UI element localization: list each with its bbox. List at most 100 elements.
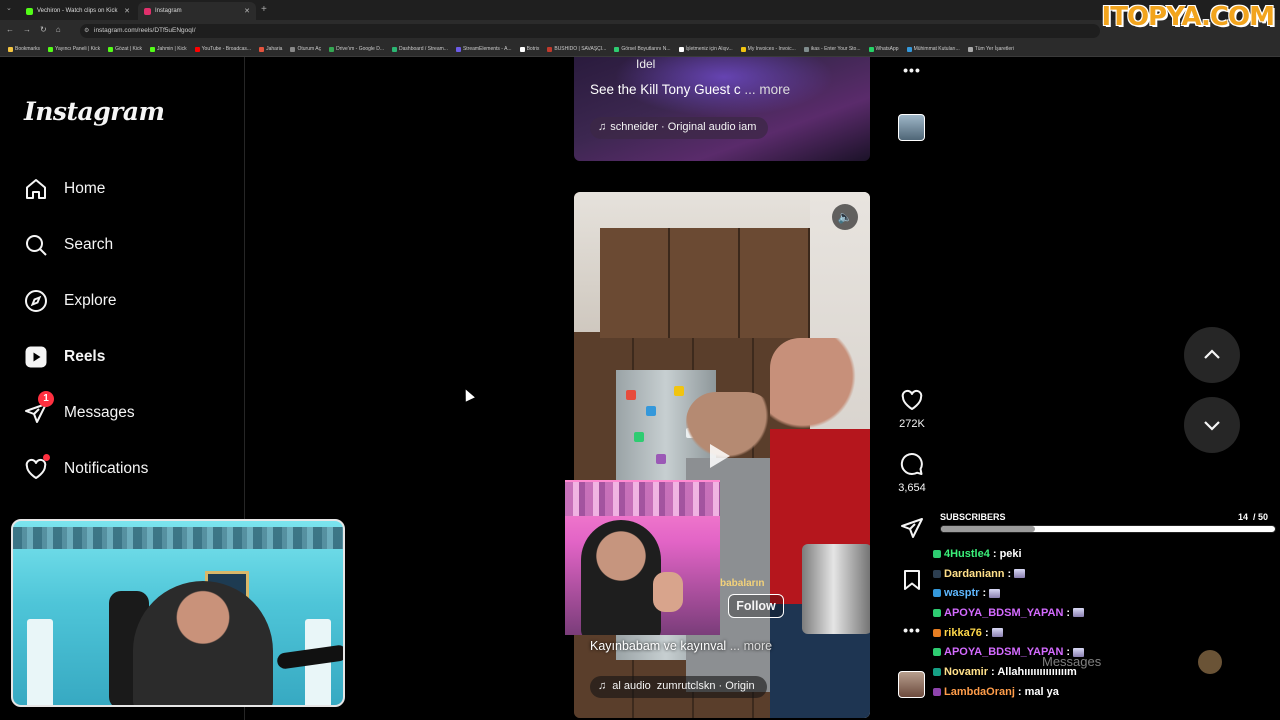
bookmark-favicon-icon: [868, 46, 874, 52]
more-options-icon[interactable]: •••: [903, 62, 921, 78]
reel-audio-pill[interactable]: ♫ schneider · Original audio iam: [590, 117, 769, 139]
comment-button[interactable]: 3,654: [890, 452, 934, 494]
instagram-logo[interactable]: Instagram: [24, 97, 165, 126]
back-icon[interactable]: ←: [6, 25, 14, 34]
follow-button[interactable]: Follow: [728, 594, 784, 618]
bookmark-item[interactable]: Görsel Boyutlarını N...: [614, 46, 671, 52]
bookmark-item[interactable]: Dashboard / Stream...: [392, 46, 448, 52]
music-note-icon: ♫: [598, 680, 607, 692]
chat-text: :: [1066, 606, 1071, 619]
share-button[interactable]: [890, 516, 934, 545]
home-browser-icon[interactable]: ⌂: [56, 25, 61, 34]
more-link[interactable]: ... more: [744, 82, 790, 97]
streamer-person: [581, 520, 661, 635]
more-options-icon: •••: [903, 622, 921, 638]
reel-audio-avatar[interactable]: [898, 671, 925, 698]
subscriber-goal: SUBSCRIBERS 14 / 50: [940, 512, 1276, 533]
new-tab-icon[interactable]: +: [261, 4, 267, 15]
chat-username: Novamir: [944, 665, 989, 678]
comment-count: 3,654: [898, 482, 926, 494]
bookmark-item[interactable]: Jaharia: [259, 46, 282, 52]
heart-icon: [901, 389, 923, 410]
bookmark-item[interactable]: Yayıncı Paneli | Kick: [48, 46, 100, 52]
reload-icon[interactable]: ↻: [40, 25, 47, 34]
bookmark-item[interactable]: Gözat | Kick: [108, 46, 142, 52]
more-options-button[interactable]: •••: [890, 622, 934, 640]
chat-message: APOYA_BDSM_YAPAN:: [933, 603, 1273, 623]
bookmark-item[interactable]: BUSHIDO | SAVAŞÇI...: [547, 46, 606, 52]
video-subtitle-text: babaların: [720, 578, 765, 589]
bookmark-item[interactable]: Tüm Yer İşaretleri: [967, 46, 1014, 52]
comment-icon: [900, 453, 923, 476]
streamer-facecam-overlay: [565, 480, 720, 635]
bookmark-item[interactable]: StreamElements - A...: [455, 46, 512, 52]
home-icon: [26, 179, 46, 199]
bookmark-item[interactable]: Botrix: [519, 46, 539, 52]
chat-emote-icon: [1073, 608, 1085, 618]
bookmark-item[interactable]: YouTube - Broadcas...: [194, 46, 251, 52]
close-tab-icon[interactable]: ✕: [244, 7, 250, 15]
sidebar-item-explore[interactable]: Explore: [24, 285, 117, 317]
chevron-up-icon: [1204, 349, 1220, 359]
bookmark-item[interactable]: Jahmin | Kick: [150, 46, 187, 52]
bookmark-favicon-icon: [194, 46, 200, 52]
bookmark-item[interactable]: My Invoices - Invoic...: [740, 46, 796, 52]
bookmark-favicon-icon: [392, 46, 398, 52]
chat-badge-icon: [933, 569, 941, 578]
chat-text: : peki: [992, 547, 1022, 560]
share-icon: [901, 518, 923, 538]
chat-username: wasptr: [944, 587, 980, 600]
tab-search-icon[interactable]: ⌄: [6, 4, 12, 12]
next-reel-button[interactable]: [1184, 397, 1240, 453]
chat-emote-icon: [1073, 647, 1085, 657]
reel-current[interactable]: 🔈 babaların Follow Kayınbabam ve kayınva…: [574, 192, 870, 718]
close-tab-icon[interactable]: ✕: [124, 7, 130, 15]
save-button[interactable]: [890, 568, 934, 597]
sidebar-item-home[interactable]: Home: [24, 173, 105, 205]
bookmark-item[interactable]: Bookmarks: [8, 46, 40, 52]
previous-reel-button[interactable]: [1184, 327, 1240, 383]
tab-instagram[interactable]: Instagram ✕: [138, 2, 256, 20]
play-icon[interactable]: [710, 444, 730, 468]
subs-goal: / 50: [1252, 512, 1268, 522]
more-link[interactable]: ... more: [730, 639, 772, 653]
browser-tab-bar: ⌄ Vechiron - Watch clips on Kick ✕ Insta…: [0, 0, 1280, 20]
bookmark-item[interactable]: Drive'ım - Google D...: [329, 46, 384, 52]
url-field[interactable]: ⚙ instagram.com/reels/DTf5uENgoqI/: [80, 24, 1100, 38]
bookmark-favicon-icon: [740, 46, 746, 52]
tab-kick[interactable]: Vechiron - Watch clips on Kick ✕: [20, 2, 136, 20]
sidebar-item-search[interactable]: Search: [24, 229, 113, 261]
reel-audio-pill[interactable]: ♫ al audio zumrutclskn · Origin: [590, 676, 767, 698]
messages-badge: 1: [38, 391, 54, 407]
chat-username: LambdaOranj: [944, 685, 1015, 698]
sidebar-item-notifications[interactable]: Notifications: [24, 453, 148, 485]
sidebar-item-label: Search: [64, 236, 114, 253]
chat-text: :: [982, 587, 987, 600]
bookmark-favicon-icon: [614, 46, 620, 52]
music-note-icon: ♫: [598, 121, 607, 133]
bookmark-item[interactable]: Oturum Aç: [290, 46, 321, 52]
bookmark-item[interactable]: ikas - Enter Your Sto...: [803, 46, 861, 52]
chat-username: APOYA_BDSM_YAPAN: [944, 606, 1064, 619]
sidebar-item-label: Messages: [64, 404, 135, 421]
bookmark-item[interactable]: İşletmeniz için Alışv...: [678, 46, 733, 52]
sidebar-item-reels[interactable]: Reels: [24, 341, 105, 373]
site-info-icon[interactable]: ⚙: [84, 27, 89, 34]
bookmark-item[interactable]: Mühimmat Kutuları...: [906, 46, 960, 52]
speaker-icon[interactable]: 🔈: [832, 204, 858, 230]
chat-badge-icon: [933, 549, 941, 558]
bookmark-item[interactable]: WhatsApp: [868, 46, 899, 52]
chat-message: wasptr:: [933, 583, 1273, 603]
reel-previous-audio-avatar[interactable]: [898, 114, 925, 141]
bookmark-favicon-icon: [519, 46, 525, 52]
chat-text: :: [984, 626, 989, 639]
chat-emote-icon: [989, 588, 1001, 598]
chat-badge-icon: [933, 648, 941, 657]
bookmark-favicon-icon: [150, 46, 156, 52]
like-button[interactable]: 272K: [890, 388, 934, 430]
sidebar-item-messages[interactable]: 1 Messages: [24, 391, 135, 429]
chat-message: 4Hustle4: peki: [933, 544, 1273, 564]
address-bar: ← → ↻ ⌂ ⚙ instagram.com/reels/DTf5uENgoq…: [0, 20, 1280, 42]
forward-icon[interactable]: →: [23, 25, 31, 34]
reel-previous[interactable]: Idel See the Kill Tony Guest c ... more …: [574, 57, 870, 161]
